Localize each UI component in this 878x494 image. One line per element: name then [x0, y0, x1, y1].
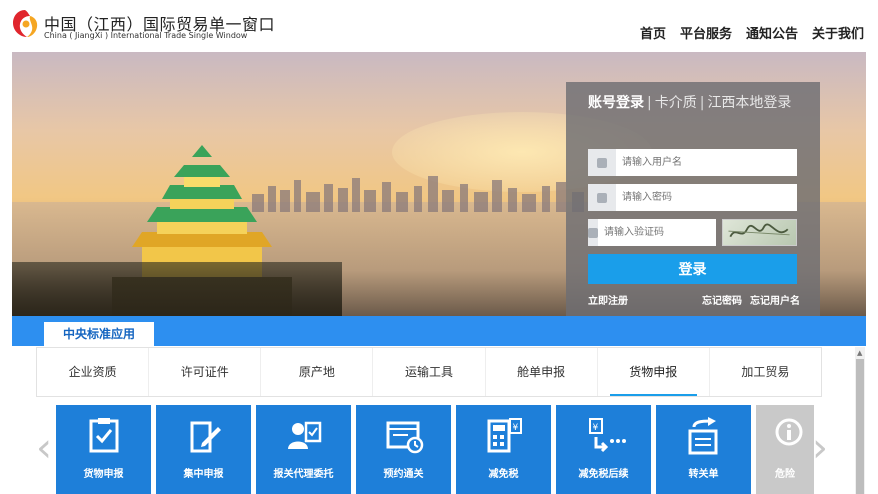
edit-document-icon	[190, 421, 221, 453]
captcha-field	[588, 219, 729, 246]
username-field	[588, 149, 797, 176]
site-subtitle: China ( JiangXi ) International Trade Si…	[44, 31, 248, 40]
username-input[interactable]	[616, 150, 797, 175]
app-tiles: 货物申报 集中申报 报关代理委托 预约通关 ¥ 减免税 ¥ 减免税后续 转关单 …	[56, 405, 814, 494]
login-links: 立即注册 忘记密码 忘记用户名	[588, 292, 800, 307]
tab-licenses[interactable]: 许可证件	[149, 348, 262, 396]
user-icon	[588, 149, 616, 176]
yen-arrow-icon: ¥	[589, 418, 626, 453]
tile-tax-exemption[interactable]: ¥ 减免税	[456, 405, 551, 494]
tab-transport[interactable]: 运输工具	[373, 348, 486, 396]
tab-origin[interactable]: 原产地	[261, 348, 374, 396]
nav-notices[interactable]: 通知公告	[746, 23, 798, 42]
top-nav: 首页 平台服务 通知公告 关于我们	[640, 23, 864, 42]
tile-goods-declaration[interactable]: 货物申报	[56, 405, 151, 494]
header: 中国（江西）国际贸易单一窗口 China ( JiangXi ) Interna…	[0, 0, 878, 50]
login-button[interactable]: 登录	[588, 254, 797, 284]
category-tabs: 企业资质 许可证件 原产地 运输工具 舱单申报 货物申报 加工贸易	[36, 347, 822, 397]
svg-text:¥: ¥	[593, 423, 599, 433]
checklist-icon	[89, 418, 119, 453]
tab-jiangxi-login[interactable]: 江西本地登录	[707, 95, 791, 111]
info-icon	[775, 418, 803, 446]
prev-arrow-icon[interactable]: ‹	[36, 428, 52, 468]
section-title[interactable]: 中央标准应用	[44, 322, 154, 346]
nav-platform-services[interactable]: 平台服务	[680, 23, 732, 42]
logo-icon	[13, 10, 38, 37]
window-clock-icon	[386, 421, 424, 454]
page: 中国（江西）国际贸易单一窗口 China ( JiangXi ) Interna…	[0, 0, 878, 494]
shield-icon	[588, 219, 598, 246]
tile-dangerous-goods[interactable]: 危险	[756, 405, 814, 494]
tab-goods-declaration[interactable]: 货物申报	[598, 348, 710, 396]
tab-enterprise-qualification[interactable]: 企业资质	[37, 348, 150, 396]
calculator-yen-icon: ¥	[487, 418, 522, 453]
tile-centralized-declaration[interactable]: 集中申报	[156, 405, 251, 494]
tab-manifest[interactable]: 舱单申报	[486, 348, 598, 396]
register-link[interactable]: 立即注册	[588, 296, 628, 307]
forgot-password-link[interactable]: 忘记密码	[702, 296, 742, 307]
password-input[interactable]	[616, 185, 797, 210]
scroll-up-icon[interactable]: ▲	[857, 349, 862, 357]
tab-processing-trade[interactable]: 加工贸易	[710, 348, 821, 396]
tab-account-login[interactable]: 账号登录	[588, 95, 644, 111]
next-arrow-icon[interactable]: ›	[812, 428, 828, 468]
login-tabs: 账号登录 | 卡介质 | 江西本地登录	[588, 95, 792, 111]
nav-home[interactable]: 首页	[640, 23, 666, 42]
login-panel: 账号登录|卡介质|江西本地登录 登录 立即注册 忘记密码忘记用户名	[566, 82, 820, 322]
tile-transit-form[interactable]: 转关单	[656, 405, 751, 494]
lock-icon	[588, 184, 616, 211]
svg-text:¥: ¥	[513, 423, 519, 433]
captcha-image[interactable]	[722, 219, 797, 246]
password-field	[588, 184, 797, 211]
captcha-input[interactable]	[598, 220, 729, 245]
tab-card-login[interactable]: 卡介质	[655, 95, 697, 111]
agent-icon	[288, 421, 322, 449]
foreground-land	[12, 262, 342, 316]
scrollbar-thumb[interactable]	[856, 359, 864, 494]
tile-appointment-clearance[interactable]: 预约通关	[356, 405, 451, 494]
nav-about[interactable]: 关于我们	[812, 23, 864, 42]
scrollbar[interactable]: ▲	[855, 347, 865, 494]
tile-tax-exemption-followup[interactable]: ¥ 减免税后续	[556, 405, 651, 494]
forgot-username-link[interactable]: 忘记用户名	[750, 296, 800, 307]
tile-customs-agent-entrust[interactable]: 报关代理委托	[256, 405, 351, 494]
transfer-document-icon	[688, 417, 718, 455]
